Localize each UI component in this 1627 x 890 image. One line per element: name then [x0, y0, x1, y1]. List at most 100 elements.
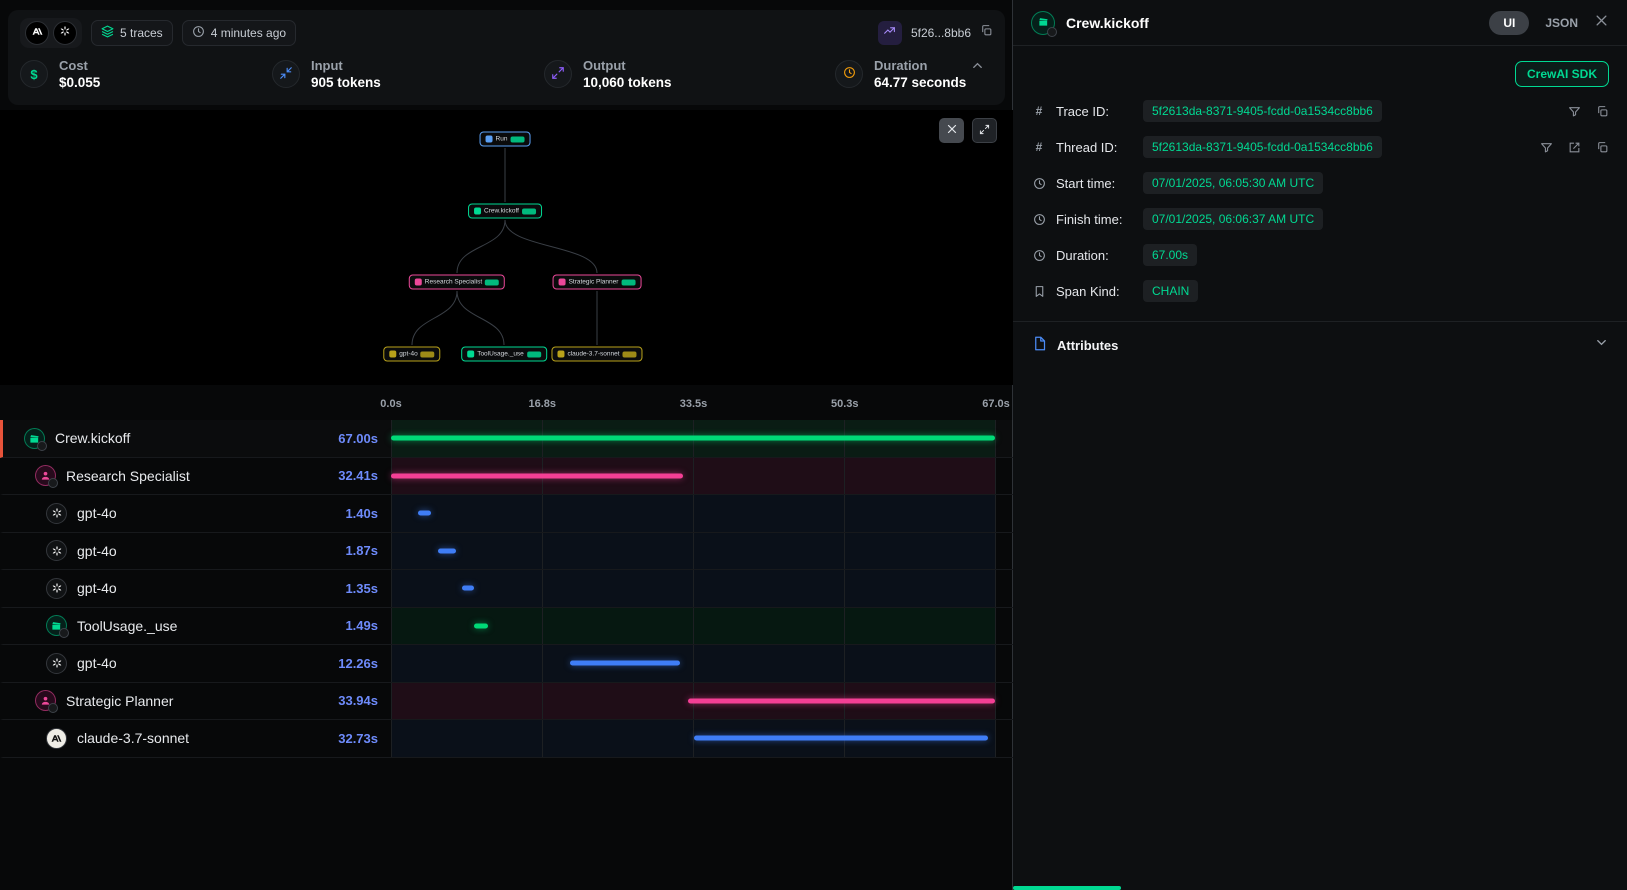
stat-label: Input — [311, 58, 381, 73]
detail-row: Span Kind: CHAIN — [1013, 273, 1627, 309]
time-axis: 0.0s16.8s33.5s50.3s67.0s — [391, 393, 996, 420]
tab-json[interactable]: JSON — [1545, 16, 1578, 30]
duration-bar — [438, 548, 456, 553]
span-name: gpt-4o — [77, 505, 117, 521]
detail-row: # Thread ID: 5f2613da-8371-9405-fcdd-0a1… — [1013, 129, 1627, 165]
graph-node[interactable]: Run — [480, 132, 531, 147]
timeline-row[interactable]: Research Specialist 32.41s — [0, 458, 1013, 496]
graph-node[interactable]: ToolUsage._use — [461, 347, 547, 362]
span-duration: 1.35s — [345, 581, 378, 596]
timeline-track — [391, 645, 996, 682]
detail-value: CHAIN — [1143, 280, 1198, 302]
timeline-track — [391, 683, 996, 720]
external-link-icon[interactable] — [1568, 141, 1581, 154]
stat-input: Input 905 tokens — [272, 58, 544, 90]
axis-tick: 67.0s — [982, 398, 1010, 410]
agentops-subbadge-icon — [1047, 27, 1057, 37]
openai-icon — [46, 653, 67, 674]
header-right: 5f26...8bb6 — [878, 21, 993, 45]
axis-tick: 33.5s — [680, 398, 708, 410]
chevron-down-icon[interactable] — [1594, 335, 1609, 355]
node-icon — [557, 351, 564, 358]
graph-nodes: Run Crew.kickoff Research Specialist Strate… — [0, 110, 1013, 385]
clock-icon — [1031, 249, 1047, 262]
dollar-icon: $ — [20, 60, 48, 88]
copy-icon[interactable] — [1596, 105, 1609, 118]
traces-badge[interactable]: 5 traces — [91, 20, 173, 46]
model-logos-chip — [20, 18, 82, 48]
node-status-chip — [623, 351, 637, 357]
trace-id-short: 5f26...8bb6 — [911, 26, 971, 40]
agentops-subbadge-icon — [48, 478, 58, 488]
app-root: 5 traces 4 minutes ago 5f26...8bb6 $ Cos… — [0, 0, 1627, 890]
duration-bar — [391, 473, 683, 478]
node-label: Strategic Planner — [569, 279, 619, 286]
trace-graph: Run Crew.kickoff Research Specialist Strate… — [0, 110, 1013, 385]
stats-row: $ Cost $0.055 Input 905 tokens — [20, 58, 993, 90]
tool-icon — [46, 615, 67, 636]
span-duration: 32.73s — [338, 731, 378, 746]
copy-trace-id-icon[interactable] — [980, 24, 993, 42]
close-sidebar-icon[interactable] — [1594, 13, 1609, 33]
agentops-subbadge-icon — [48, 703, 58, 713]
arrows-in-icon — [272, 60, 300, 88]
graph-node[interactable]: gpt-4o — [383, 347, 440, 362]
layers-icon — [101, 25, 114, 41]
attributes-toggle[interactable]: Attributes — [1013, 322, 1627, 368]
detail-label: Trace ID: — [1056, 104, 1134, 119]
close-graph-button[interactable] — [939, 118, 964, 143]
expand-graph-button[interactable] — [972, 118, 997, 143]
openai-logo-icon — [53, 21, 77, 45]
stat-value: 64.77 seconds — [874, 75, 966, 90]
span-name: ToolUsage._use — [77, 618, 177, 634]
timeline-row[interactable]: gpt-4o 1.35s — [0, 570, 1013, 608]
detail-label: Thread ID: — [1056, 140, 1134, 155]
span-duration: 33.94s — [338, 693, 378, 708]
duration-bar — [694, 736, 988, 741]
node-icon — [389, 351, 396, 358]
detail-value: 67.00s — [1143, 244, 1197, 266]
node-status-chip — [527, 351, 541, 357]
node-icon — [415, 279, 422, 286]
timeline-row[interactable]: Crew.kickoff 67.00s — [0, 420, 1013, 458]
node-status-chip — [421, 351, 435, 357]
horizontal-scrollbar[interactable] — [1013, 886, 1121, 890]
stat-cost: $ Cost $0.055 — [20, 58, 272, 90]
detail-label: Start time: — [1056, 176, 1134, 191]
span-duration: 1.87s — [345, 543, 378, 558]
detail-row: # Trace ID: 5f2613da-8371-9405-fcdd-0a15… — [1013, 93, 1627, 129]
filter-icon[interactable] — [1540, 141, 1553, 154]
timeline-row[interactable]: ToolUsage._use 1.49s — [0, 608, 1013, 646]
stat-output: Output 10,060 tokens — [544, 58, 835, 90]
graph-node[interactable]: Strategic Planner — [553, 275, 642, 290]
timeline-row[interactable]: gpt-4o 1.40s — [0, 495, 1013, 533]
metrics-icon[interactable] — [878, 21, 902, 45]
agent-icon — [35, 690, 56, 711]
agentops-subbadge-icon — [59, 628, 69, 638]
openai-icon — [46, 540, 67, 561]
detail-actions — [1540, 141, 1609, 154]
copy-icon[interactable] — [1596, 141, 1609, 154]
span-duration: 12.26s — [338, 656, 378, 671]
axis-tick: 0.0s — [380, 398, 401, 410]
timeline-row[interactable]: claude-3.7-sonnet 32.73s — [0, 720, 1013, 758]
detail-value: 07/01/2025, 06:05:30 AM UTC — [1143, 172, 1323, 194]
node-status-chip — [485, 279, 499, 285]
timeline-row[interactable]: Strategic Planner 33.94s — [0, 683, 1013, 721]
filter-icon[interactable] — [1568, 105, 1581, 118]
timeline-track — [391, 420, 996, 457]
attributes-label: Attributes — [1057, 338, 1118, 353]
openai-icon — [46, 578, 67, 599]
graph-node[interactable]: Research Specialist — [409, 275, 505, 290]
detail-sidebar: Crew.kickoff UI JSON CrewAI SDK # Trace … — [1013, 0, 1627, 890]
timeline-row[interactable]: gpt-4o 12.26s — [0, 645, 1013, 683]
detail-value: 5f2613da-8371-9405-fcdd-0a1534cc8bb6 — [1143, 136, 1382, 158]
tab-ui[interactable]: UI — [1489, 11, 1529, 35]
graph-node[interactable]: Crew.kickoff — [468, 204, 542, 219]
detail-row: Finish time: 07/01/2025, 06:06:37 AM UTC — [1013, 201, 1627, 237]
timeline-row[interactable]: gpt-4o 1.87s — [0, 533, 1013, 571]
graph-node[interactable]: claude-3.7-sonnet — [551, 347, 642, 362]
collapse-chevron-icon[interactable] — [970, 58, 985, 78]
sidebar-title: Crew.kickoff — [1066, 15, 1149, 31]
node-label: Run — [496, 136, 508, 143]
